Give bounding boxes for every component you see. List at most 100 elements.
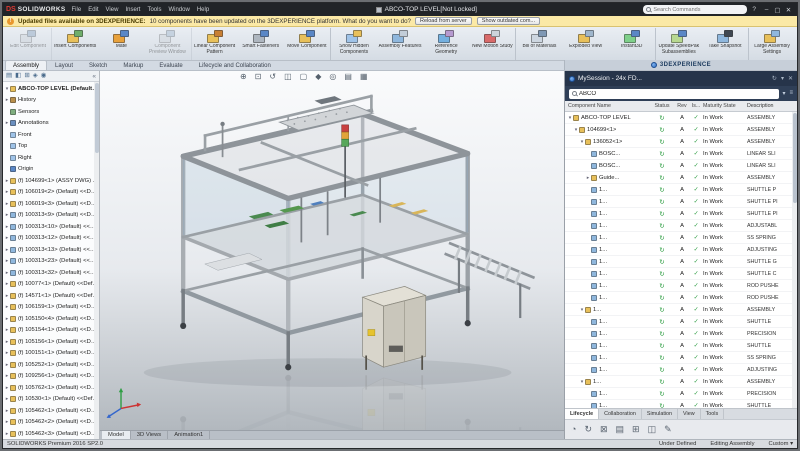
tree-scrollbar-thumb[interactable]: [95, 83, 99, 153]
revisions-icon[interactable]: ↻: [584, 425, 592, 434]
tree-item[interactable]: Right: [4, 152, 99, 164]
help-icon[interactable]: ?: [752, 6, 756, 13]
tree-item[interactable]: ▸ Annotations: [4, 118, 99, 130]
tree-item[interactable]: ▸ (f) 100313<13> (Default) <<De...: [4, 244, 99, 256]
tree-item[interactable]: ▸ (f) 10530<1> (Default) <<Defa...: [4, 394, 99, 406]
new-revision-icon[interactable]: ⊞: [632, 425, 640, 434]
panel-close-icon[interactable]: ✕: [788, 75, 793, 82]
component-row[interactable]: 1... ↻ A ✓ In Work PRECISION: [565, 388, 792, 400]
menu-item[interactable]: Edit: [88, 7, 98, 13]
ribbon-button[interactable]: Exploded View: [563, 28, 609, 60]
compare-icon[interactable]: ◫: [648, 425, 657, 434]
panel-menu-icon[interactable]: ▾: [781, 75, 784, 82]
component-search-input[interactable]: [579, 91, 776, 97]
component-row[interactable]: BOSC... ↻ A ✓ In Work LINEAR SLI: [565, 160, 792, 172]
tree-item[interactable]: ▸ (f) 100313<10> (Default) <<De...: [4, 221, 99, 233]
component-row[interactable]: BOSC... ↻ A ✓ In Work LINEAR SLI: [565, 148, 792, 160]
tree-item[interactable]: ▾ ABCO-TOP LEVEL (Default) <<Def: [4, 83, 99, 95]
maturity-icon[interactable]: ◔: [571, 425, 576, 434]
column-description[interactable]: Description: [747, 103, 792, 109]
model-tab[interactable]: Model: [102, 431, 131, 439]
menu-item[interactable]: View: [106, 7, 119, 13]
ribbon-button[interactable]: Component Preview Window: [144, 28, 191, 60]
column-is[interactable]: Is...: [689, 103, 703, 109]
session-tab[interactable]: Simulation: [642, 409, 678, 419]
ribbon-button[interactable]: Instant3D: [609, 28, 656, 60]
ribbon-tab[interactable]: Markup: [115, 60, 151, 70]
ribbon-button[interactable]: Edit Component: [5, 28, 52, 60]
notification-button[interactable]: Reload from server: [415, 17, 472, 26]
tree-item[interactable]: ▸ (f) 100313<23> (Default) <<De...: [4, 256, 99, 268]
component-row[interactable]: 1... ↻ A ✓ In Work SS SPRING: [565, 352, 792, 364]
tree-item[interactable]: ▸ (f) 106159<1> (Default) <<Def...: [4, 302, 99, 314]
tree-item[interactable]: ▸ (f) 100313<9> (Default) <<Defa...: [4, 210, 99, 222]
model-tab[interactable]: Animation1: [168, 431, 210, 439]
column-component-name[interactable]: Component Name: [565, 103, 649, 109]
configurationmanager-tab-icon[interactable]: ⊞: [24, 73, 29, 80]
tree-item[interactable]: ▸ (f) 105150<4> (Default) <<Def...: [4, 313, 99, 325]
featuremanager-tab-icon[interactable]: ▤: [6, 73, 12, 80]
component-row[interactable]: 1... ↻ A ✓ In Work SHUTTLE G: [565, 256, 792, 268]
tree-scrollbar[interactable]: [94, 82, 99, 439]
menu-item[interactable]: Insert: [125, 7, 140, 13]
tree-item[interactable]: ▸ (f) 105154<1> (Default) <<Def...: [4, 325, 99, 337]
tree-item[interactable]: ▸ (f) 105462<1> (Default) <<Def...: [4, 405, 99, 417]
ribbon-button[interactable]: Bill of Materials: [516, 28, 562, 60]
tree-item[interactable]: ▸ (f) 100151<1> (Default) <<Def...: [4, 348, 99, 360]
collapse-panel-icon[interactable]: «: [92, 73, 96, 80]
notification-button[interactable]: Show outdated com...: [477, 17, 540, 26]
menu-item[interactable]: Window: [168, 7, 189, 13]
ribbon-button[interactable]: Mate: [98, 28, 144, 60]
table-scrollbar[interactable]: [792, 112, 797, 408]
session-tab[interactable]: Tools: [701, 409, 725, 419]
tree-item[interactable]: ▸ (f) 100313<12> (Default) <<De...: [4, 233, 99, 245]
ribbon-button[interactable]: Insert Components: [52, 28, 98, 60]
ribbon-tab[interactable]: Layout: [47, 60, 81, 70]
ribbon-button[interactable]: Linear Component Pattern: [192, 28, 238, 60]
command-search-input[interactable]: [653, 7, 743, 13]
tree-item[interactable]: ▸ (f) 105462<3> (Default) <<Def...: [4, 428, 99, 439]
ribbon-button[interactable]: Assembly Features: [377, 28, 423, 60]
view-orientation-icon[interactable]: ▢: [300, 73, 308, 81]
component-row[interactable]: 1... ↻ A ✓ In Work SHUTTLE C: [565, 268, 792, 280]
component-row[interactable]: ▸ Guide... ↻ A ✓ In Work ASSEMBLY: [565, 172, 792, 184]
menu-item[interactable]: Tools: [147, 7, 161, 13]
ribbon-button[interactable]: New Motion Study: [469, 28, 516, 60]
lock-icon[interactable]: ⊠: [600, 425, 608, 434]
session-tab[interactable]: Lifecycle: [565, 409, 599, 419]
session-tab[interactable]: Collaboration: [599, 409, 642, 419]
search-filter-icon[interactable]: ▾: [782, 90, 785, 97]
tree-item[interactable]: ▸ (f) 105156<1> (Default) <<Def...: [4, 336, 99, 348]
close-button[interactable]: ✕: [783, 6, 794, 14]
component-row[interactable]: 1... ↻ A ✓ In Work SS SPRING: [565, 232, 792, 244]
component-row[interactable]: ▾ 136052<1> ↻ A ✓ In Work ASSEMBLY: [565, 136, 792, 148]
previous-view-icon[interactable]: ↺: [269, 73, 276, 81]
component-row[interactable]: 1... ↻ A ✓ In Work ROD PUSHE: [565, 280, 792, 292]
tree-item[interactable]: ▸ (f) 106019<3> (Default) <<Defa...: [4, 198, 99, 210]
refresh-icon[interactable]: ↻: [772, 75, 777, 82]
section-view-icon[interactable]: ◫: [284, 73, 292, 81]
menu-item[interactable]: File: [72, 7, 82, 13]
component-row[interactable]: 1... ↻ A ✓ In Work ADJUSTING: [565, 244, 792, 256]
tree-item[interactable]: ▸ History: [4, 95, 99, 107]
search-options-icon[interactable]: ≡: [789, 90, 793, 97]
zoom-area-icon[interactable]: ⊡: [255, 73, 262, 81]
graphics-viewport[interactable]: ⊕⊡↺◫▢◆◎▤▦: [100, 71, 564, 430]
model-tab[interactable]: 3D Views: [131, 431, 168, 439]
component-row[interactable]: ▾ 104699<1> ↻ A ✓ In Work ASSEMBLY: [565, 124, 792, 136]
component-row[interactable]: 1... ↻ A ✓ In Work SHUTTLE: [565, 316, 792, 328]
command-search[interactable]: [643, 5, 747, 14]
component-row[interactable]: 1... ↻ A ✓ In Work SHUTTLE P: [565, 184, 792, 196]
viewport-3d-model[interactable]: [100, 71, 564, 430]
status-item[interactable]: Custom ▾: [769, 441, 794, 447]
component-row[interactable]: ▾ 1... ↻ A ✓ In Work ASSEMBLY: [565, 376, 792, 388]
ribbon-button[interactable]: Update SpeedPak Subassemblies: [656, 28, 702, 60]
ribbon-button[interactable]: Reference Geometry: [423, 28, 469, 60]
tree-item[interactable]: Sensors: [4, 106, 99, 118]
zoom-fit-icon[interactable]: ⊕: [240, 73, 247, 81]
displaymanager-tab-icon[interactable]: ◉: [41, 73, 47, 80]
edit-appearance-icon[interactable]: ▤: [344, 73, 352, 81]
component-row[interactable]: 1... ↻ A ✓ In Work SHUTTLE PI: [565, 196, 792, 208]
tree-item[interactable]: ▸ (f) 104699<1> (ASSY DWG) <Du...: [4, 175, 99, 187]
minimize-button[interactable]: –: [761, 6, 772, 14]
